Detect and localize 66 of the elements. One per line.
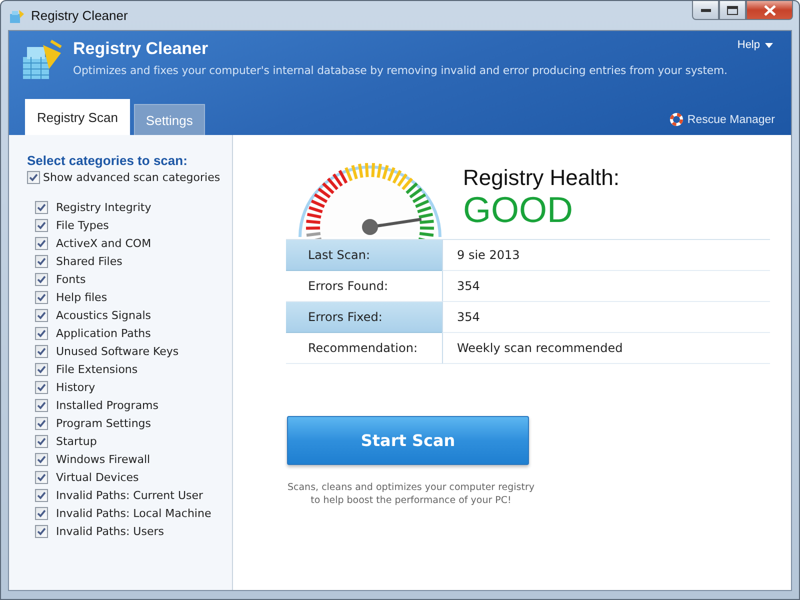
category-option[interactable]: Fonts: [27, 270, 232, 288]
rescue-manager-link[interactable]: Rescue Manager: [670, 113, 775, 126]
category-option[interactable]: Registry Integrity: [27, 198, 232, 216]
checkbox[interactable]: [35, 254, 48, 268]
checkbox[interactable]: [35, 488, 48, 502]
category-option[interactable]: Help files: [27, 288, 232, 306]
app-icon: [9, 8, 25, 24]
category-option[interactable]: File Extensions: [27, 360, 232, 378]
category-option[interactable]: Invalid Paths: Current User: [27, 486, 232, 504]
caret-icon: [765, 42, 773, 48]
category-option[interactable]: Program Settings: [27, 414, 232, 432]
close-icon: [764, 4, 776, 16]
window-title: Registry Cleaner: [31, 8, 128, 23]
category-option[interactable]: Startup: [27, 432, 232, 450]
category-option[interactable]: Invalid Paths: Users: [27, 522, 232, 540]
maximize-button[interactable]: [719, 1, 746, 20]
scan-caption: Scans, cleans and optimizes your computer registry to help boost the performance of your PC!: [286, 481, 536, 507]
stat-label: Errors Fixed:: [286, 302, 442, 333]
checkbox[interactable]: [35, 470, 48, 484]
minimize-icon: [700, 8, 710, 12]
stat-value: 9 sie 2013: [442, 240, 770, 271]
category-option[interactable]: Virtual Devices: [27, 468, 232, 486]
health-status: GOOD: [463, 191, 574, 229]
app-description: Optimizes and fixes your computer's internal database by removing invalid and error producing entries from your system.: [73, 64, 728, 77]
category-option[interactable]: Windows Firewall: [27, 450, 232, 468]
category-option[interactable]: Installed Programs: [27, 396, 232, 414]
checkbox[interactable]: [27, 170, 40, 184]
checkbox[interactable]: [35, 218, 48, 232]
checkbox[interactable]: [35, 362, 48, 376]
category-option[interactable]: Shared Files: [27, 252, 232, 270]
checkbox-label[interactable]: Show advanced scan categories: [27, 168, 232, 186]
checkbox[interactable]: [35, 236, 48, 250]
category-option[interactable]: Acoustics Signals: [27, 306, 232, 324]
category-option[interactable]: History: [27, 378, 232, 396]
checkbox[interactable]: [35, 290, 48, 304]
stat-value: Weekly scan recommended: [442, 333, 770, 364]
checkbox[interactable]: [35, 308, 48, 322]
checkbox[interactable]: [35, 200, 48, 214]
minimize-button[interactable]: [692, 1, 719, 20]
checkbox[interactable]: [35, 506, 48, 520]
tab[interactable]: Registry Scan: [25, 99, 130, 135]
health-title: Registry Health:: [463, 165, 620, 192]
maximize-icon: [727, 6, 738, 14]
help-menu[interactable]: Help: [737, 39, 773, 51]
checkbox[interactable]: [35, 434, 48, 448]
checkbox[interactable]: [35, 326, 48, 340]
logo-icon: [21, 39, 63, 81]
checkbox[interactable]: [35, 398, 48, 412]
checkbox[interactable]: [35, 344, 48, 358]
category-option[interactable]: Unused Software Keys: [27, 342, 232, 360]
checkbox[interactable]: [35, 524, 48, 538]
checkbox[interactable]: [35, 416, 48, 430]
category-option[interactable]: Application Paths: [27, 324, 232, 342]
checkbox[interactable]: [35, 452, 48, 466]
section-heading: Select categories to scan:: [27, 153, 188, 168]
app-title: Registry Cleaner: [73, 39, 208, 59]
category-option[interactable]: File Types: [27, 216, 232, 234]
checkbox[interactable]: [35, 380, 48, 394]
stat-value: 354: [442, 302, 770, 333]
stat-value: 354: [442, 271, 770, 302]
close-button[interactable]: [746, 1, 793, 20]
category-option[interactable]: ActiveX and COM: [27, 234, 232, 252]
lifebuoy-icon: [670, 113, 684, 126]
checkbox[interactable]: [35, 272, 48, 286]
category-option[interactable]: Invalid Paths: Local Machine: [27, 504, 232, 522]
stat-label: Last Scan:: [286, 240, 442, 271]
